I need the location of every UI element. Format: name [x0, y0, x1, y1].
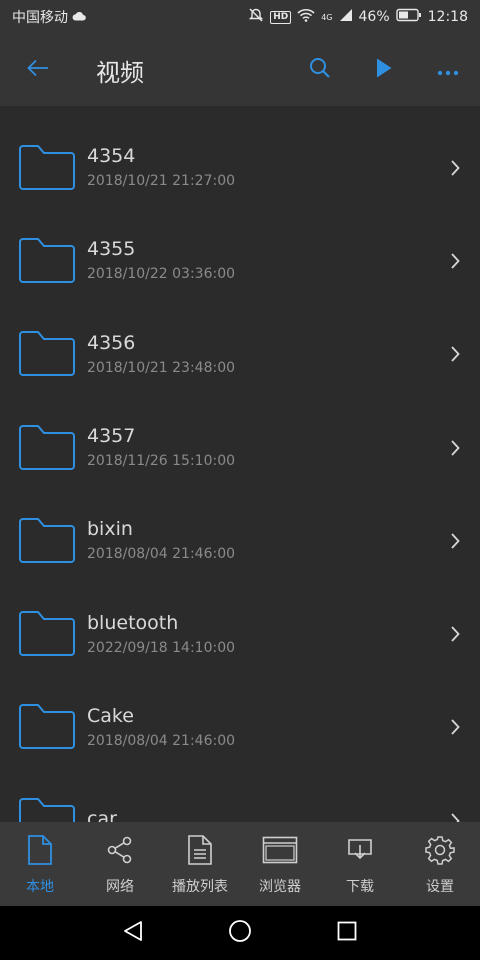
nav-local[interactable]: 本地 [0, 822, 80, 906]
nav-label: 设置 [426, 879, 454, 895]
status-bar: 中国移动 HD 4G 46% 12:18 [0, 0, 480, 34]
folder-icon [0, 796, 87, 822]
chevron-right-icon [430, 252, 480, 270]
list-item[interactable]: 4357 2018/11/26 15:10:00 [0, 401, 480, 494]
battery-icon [395, 8, 422, 26]
nav-playlist[interactable]: 播放列表 [160, 822, 240, 906]
folder-icon [0, 702, 87, 752]
mute-icon [248, 7, 264, 27]
back-button[interactable] [0, 34, 76, 106]
chevron-right-icon [430, 718, 480, 736]
folder-date: 2018/08/04 21:46:00 [87, 546, 236, 563]
nav-label: 播放列表 [172, 879, 228, 895]
playlist-icon [187, 832, 213, 868]
page-title: 视频 [96, 58, 144, 87]
app-bar-actions [288, 34, 480, 106]
folder-date: 2018/11/26 15:10:00 [87, 453, 236, 470]
nav-download[interactable]: 下载 [320, 822, 400, 906]
folder-name: 4356 [87, 331, 136, 354]
folder-icon [0, 236, 87, 286]
browser-icon [262, 832, 298, 868]
system-nav-bar [0, 906, 480, 960]
nav-label: 浏览器 [259, 879, 301, 895]
square-recents-icon [337, 921, 357, 945]
clock: 12:18 [427, 9, 468, 25]
more-icon [437, 61, 459, 80]
list-item[interactable]: bluetooth 2022/09/18 14:10:00 [0, 587, 480, 680]
chevron-right-icon [430, 159, 480, 177]
folder-icon [0, 609, 87, 659]
hd-badge: HD [270, 10, 292, 24]
folder-name: car [87, 808, 117, 822]
download-icon [346, 832, 374, 868]
list-item[interactable]: car [0, 774, 480, 822]
signal-icon [339, 8, 353, 26]
status-right: HD 4G 46% 12:18 [248, 7, 468, 27]
network-type: 4G [321, 12, 333, 22]
folder-date: 2018/10/21 23:48:00 [87, 359, 236, 376]
folder-name: bixin [87, 518, 133, 541]
system-home-button[interactable] [210, 906, 270, 960]
system-recents-button[interactable] [317, 906, 377, 960]
carrier-label: 中国移动 [12, 10, 68, 26]
folder-list[interactable]: 4354 2018/10/21 21:27:00 4355 2018/10/22… [0, 106, 480, 822]
wifi-icon [297, 8, 315, 26]
folder-name: bluetooth [87, 611, 179, 634]
share-icon [106, 832, 134, 868]
cloud-icon [72, 9, 86, 25]
back-arrow-icon [27, 59, 49, 81]
search-button[interactable] [288, 34, 352, 106]
nav-browser[interactable]: 浏览器 [240, 822, 320, 906]
triangle-back-icon [123, 920, 143, 946]
chevron-right-icon [430, 532, 480, 550]
folder-icon [0, 329, 87, 379]
system-back-button[interactable] [103, 906, 163, 960]
chevron-right-icon [430, 439, 480, 457]
folder-name: 4354 [87, 145, 136, 168]
nav-label: 下载 [346, 879, 374, 895]
folder-icon [0, 143, 87, 193]
nav-label: 网络 [106, 879, 134, 895]
folder-date: 2018/10/21 21:27:00 [87, 173, 236, 190]
folder-date: 2018/10/22 03:36:00 [87, 266, 236, 283]
folder-icon [0, 516, 87, 566]
search-icon [309, 57, 331, 83]
folder-date: 2022/09/18 14:10:00 [87, 639, 236, 656]
nav-label: 本地 [26, 879, 54, 895]
file-icon [27, 832, 53, 868]
bottom-nav: 本地 网络 播放列表 浏览器 下载 设置 [0, 822, 480, 906]
list-item[interactable]: 4354 2018/10/21 21:27:00 [0, 121, 480, 214]
list-item[interactable]: bixin 2018/08/04 21:46:00 [0, 494, 480, 587]
gear-icon [425, 832, 455, 868]
circle-home-icon [228, 919, 252, 947]
chevron-right-icon [430, 812, 480, 822]
folder-name: 4357 [87, 425, 136, 448]
folder-name: 4355 [87, 238, 136, 261]
list-item[interactable]: 4355 2018/10/22 03:36:00 [0, 214, 480, 307]
status-left: 中国移动 [12, 7, 86, 27]
more-button[interactable] [416, 34, 480, 106]
nav-network[interactable]: 网络 [80, 822, 160, 906]
battery-percent: 46% [358, 9, 390, 25]
folder-icon [0, 423, 87, 473]
play-button[interactable] [352, 34, 416, 106]
chevron-right-icon [430, 625, 480, 643]
list-item[interactable]: 4356 2018/10/21 23:48:00 [0, 308, 480, 401]
folder-date: 2018/08/04 21:46:00 [87, 732, 236, 749]
nav-settings[interactable]: 设置 [400, 822, 480, 906]
play-icon [375, 57, 393, 83]
chevron-right-icon [430, 345, 480, 363]
app-bar: 视频 [0, 34, 480, 106]
list-item[interactable]: Cake 2018/08/04 21:46:00 [0, 681, 480, 774]
folder-name: Cake [87, 704, 134, 727]
